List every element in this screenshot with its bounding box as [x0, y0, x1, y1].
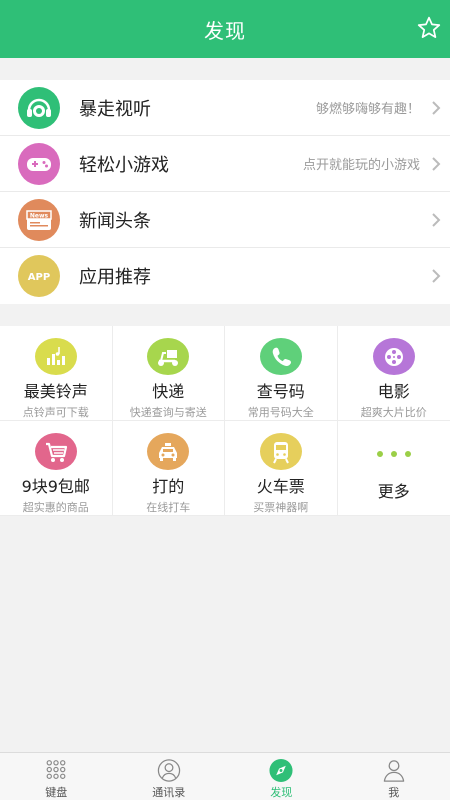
compass-icon [269, 758, 293, 783]
grid-item-subtitle: 买票神器啊 [253, 501, 309, 514]
film-reel-icon [372, 338, 415, 375]
grid-item-taxi[interactable]: 打的 在线打车 [112, 421, 225, 516]
grid-item-name: 火车票 [256, 477, 305, 496]
grid-item-ringtone[interactable]: 最美铃声 点铃声可下载 [0, 326, 113, 421]
contacts-icon [157, 759, 180, 782]
grid-item-more[interactable]: 更多 [337, 421, 450, 516]
gamepad-icon [18, 142, 60, 185]
grid-item-name: 9块9包邮 [21, 477, 90, 496]
list-item-games[interactable]: 轻松小游戏 点开就能玩的小游戏 [0, 136, 450, 192]
list-item-subtitle: 点开就能玩的小游戏 [302, 158, 420, 173]
tab-keypad[interactable]: 键盘 [0, 753, 113, 800]
taxi-icon [147, 433, 190, 470]
app-badge-text: APP [28, 272, 50, 283]
grid-item-phone-lookup[interactable]: 查号码 常用号码大全 [225, 326, 338, 421]
list-item-label: 应用推荐 [79, 267, 151, 288]
tab-label: 我 [388, 786, 400, 799]
list-item-apps[interactable]: APP 应用推荐 [0, 248, 450, 304]
top-bar: 发现 [0, 0, 450, 58]
page-title: 发现 [204, 18, 246, 43]
phone-icon [259, 338, 302, 375]
tab-me[interactable]: 我 [338, 753, 450, 800]
grid-item-subtitle: 快递查询与寄送 [129, 406, 207, 419]
feature-list: 暴走视听 够燃够嗨够有趣！ 轻松小游戏 点开就能玩的小游戏 News 新闻头条 … [0, 80, 450, 304]
list-item-label: 轻松小游戏 [79, 154, 169, 176]
list-item-news[interactable]: News 新闻头条 [0, 192, 450, 248]
shopping-cart-icon [34, 433, 77, 470]
tab-label: 键盘 [45, 786, 68, 799]
service-grid: 最美铃声 点铃声可下载 快递 快递查询与寄送 查号码 常用号码大全 电影 超爽大… [0, 326, 450, 516]
grid-item-subtitle: 超实惠的商品 [22, 501, 89, 514]
grid-item-name: 查号码 [256, 382, 305, 401]
keypad-icon [46, 760, 66, 779]
chevron-right-icon [432, 157, 441, 171]
chevron-right-icon [432, 213, 441, 227]
grid-item-name: 快递 [152, 382, 185, 401]
scooter-icon [147, 338, 190, 375]
grid-item-name: 打的 [152, 477, 185, 496]
headphones-face-icon [18, 86, 60, 129]
more-dots-icon [373, 433, 415, 475]
tab-label: 发现 [270, 786, 293, 799]
list-item-label: 暴走视听 [79, 98, 151, 120]
grid-item-movie[interactable]: 电影 超爽大片比价 [337, 326, 450, 421]
grid-item-bargain[interactable]: 9块9包邮 超实惠的商品 [0, 421, 113, 516]
star-icon[interactable] [416, 15, 442, 41]
list-item-baozou[interactable]: 暴走视听 够燃够嗨够有趣！ [0, 80, 450, 136]
chevron-right-icon [432, 101, 441, 115]
app-icon: APP [18, 255, 60, 297]
grid-item-subtitle: 在线打车 [146, 501, 191, 514]
grid-item-name: 更多 [377, 482, 410, 501]
grid-item-name: 电影 [377, 382, 410, 401]
grid-item-train-ticket[interactable]: 火车票 买票神器啊 [225, 421, 338, 516]
news-badge-text: News [30, 212, 49, 219]
tab-contacts[interactable]: 通讯录 [113, 753, 226, 800]
grid-item-subtitle: 点铃声可下载 [22, 406, 89, 419]
news-icon: News [18, 198, 60, 241]
music-equalizer-icon [34, 338, 77, 375]
tab-discover[interactable]: 发现 [225, 753, 338, 800]
train-icon [259, 433, 302, 470]
list-item-subtitle: 够燃够嗨够有趣！ [315, 102, 420, 117]
tab-label: 通讯录 [152, 786, 186, 799]
grid-item-subtitle: 超爽大片比价 [360, 406, 427, 419]
grid-item-name: 最美铃声 [23, 382, 88, 401]
bottom-tab-bar: 键盘 通讯录 发现 我 [0, 752, 450, 800]
list-item-label: 新闻头条 [79, 210, 151, 232]
grid-item-subtitle: 常用号码大全 [247, 406, 314, 419]
person-icon [383, 760, 404, 782]
grid-item-express[interactable]: 快递 快递查询与寄送 [112, 326, 225, 421]
chevron-right-icon [432, 269, 441, 283]
